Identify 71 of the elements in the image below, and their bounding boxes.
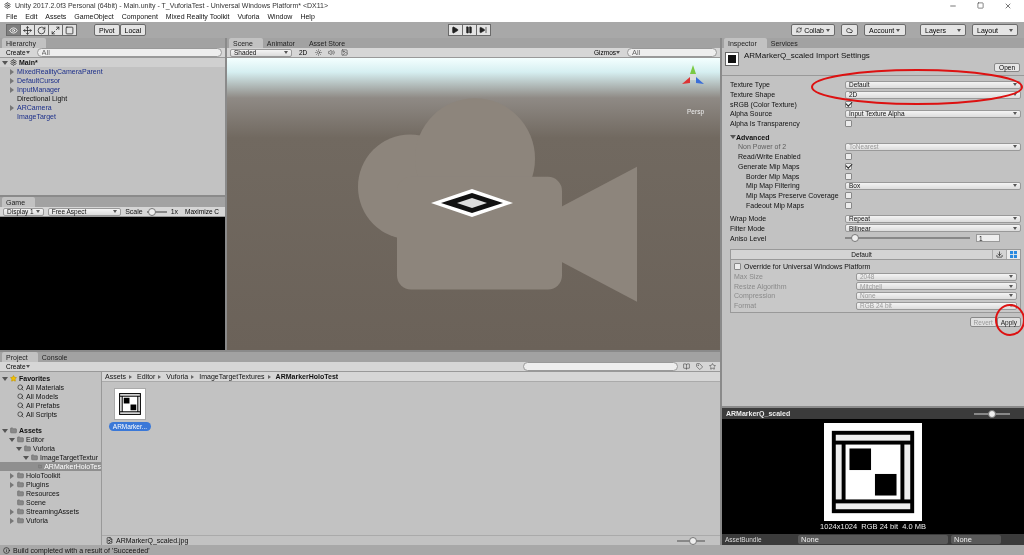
info-icon (3, 546, 10, 554)
scene-icon (10, 59, 17, 66)
favorite-button[interactable] (708, 363, 717, 370)
audio-button[interactable] (327, 49, 337, 56)
search-icon (17, 384, 24, 391)
checkbox[interactable] (845, 172, 852, 180)
search-icon (17, 411, 24, 418)
folder-icon (24, 445, 31, 452)
checkbox[interactable] (845, 201, 852, 209)
eye-icon (9, 25, 18, 35)
refresh-icon (796, 27, 803, 33)
image-file-icon (106, 537, 113, 544)
expand-arrow-icon[interactable] (9, 436, 15, 443)
checkbox[interactable] (734, 263, 741, 271)
rotate-icon (37, 25, 46, 35)
folder-icon (17, 508, 24, 515)
platform-tab[interactable] (1006, 250, 1020, 259)
expand-arrow-icon[interactable] (9, 472, 15, 479)
rect-icon (65, 25, 74, 35)
slider-thumb[interactable] (988, 409, 996, 418)
expand-arrow-icon[interactable] (9, 86, 15, 93)
checkbox[interactable] (845, 162, 852, 170)
step-icon (479, 26, 488, 34)
expand-arrow-icon[interactable] (9, 508, 15, 515)
expand-arrow-icon[interactable] (9, 68, 15, 75)
slider-thumb[interactable] (689, 536, 697, 545)
cloud-button[interactable] (841, 24, 858, 36)
filter-button[interactable] (682, 363, 691, 370)
folder-icon (10, 427, 17, 434)
slider-thumb[interactable] (147, 207, 156, 216)
folder-icon (17, 499, 24, 506)
search-icon (17, 402, 24, 409)
expand-arrow-icon[interactable] (9, 77, 15, 84)
pause-icon (465, 26, 474, 34)
texture-thumbnail (726, 53, 738, 65)
slider[interactable] (146, 207, 167, 216)
play-icon (451, 26, 460, 34)
search-field[interactable] (523, 362, 678, 371)
expand-arrow-icon[interactable] (2, 427, 8, 434)
folder-icon (17, 490, 24, 497)
inspector-title: ARMarkerQ_scaled Import Settings (744, 51, 871, 62)
expand-arrow-icon[interactable] (2, 59, 8, 66)
play-button[interactable] (447, 24, 463, 36)
star-icon (10, 375, 17, 382)
expand-arrow-icon[interactable] (9, 104, 15, 111)
checkbox[interactable] (845, 120, 852, 128)
close-icon (1004, 1, 1012, 10)
folder-icon (31, 454, 38, 461)
label-button[interactable] (695, 363, 704, 370)
texture-thumbnail (117, 391, 143, 417)
checkbox[interactable] (845, 191, 852, 199)
folder-icon (17, 436, 24, 443)
folder-icon (17, 517, 24, 524)
tool-button[interactable] (62, 24, 77, 36)
scale-icon (51, 25, 60, 35)
expand-arrow-icon[interactable] (23, 454, 29, 461)
expand-arrow-icon[interactable] (9, 481, 15, 488)
app-icon (4, 2, 11, 9)
restore-icon (977, 2, 984, 9)
folder-icon (17, 481, 24, 488)
cloud-icon (846, 26, 853, 34)
lighting-button[interactable] (314, 49, 324, 56)
slider-thumb[interactable] (850, 234, 859, 243)
move-icon (23, 25, 32, 35)
checkbox[interactable] (845, 153, 852, 161)
effects-button[interactable] (340, 49, 350, 56)
expand-arrow-icon[interactable] (9, 517, 15, 524)
expand-arrow-icon[interactable] (16, 445, 22, 452)
search-icon (17, 393, 24, 400)
expand-arrow-icon[interactable] (2, 375, 8, 382)
checkbox[interactable] (845, 100, 852, 108)
